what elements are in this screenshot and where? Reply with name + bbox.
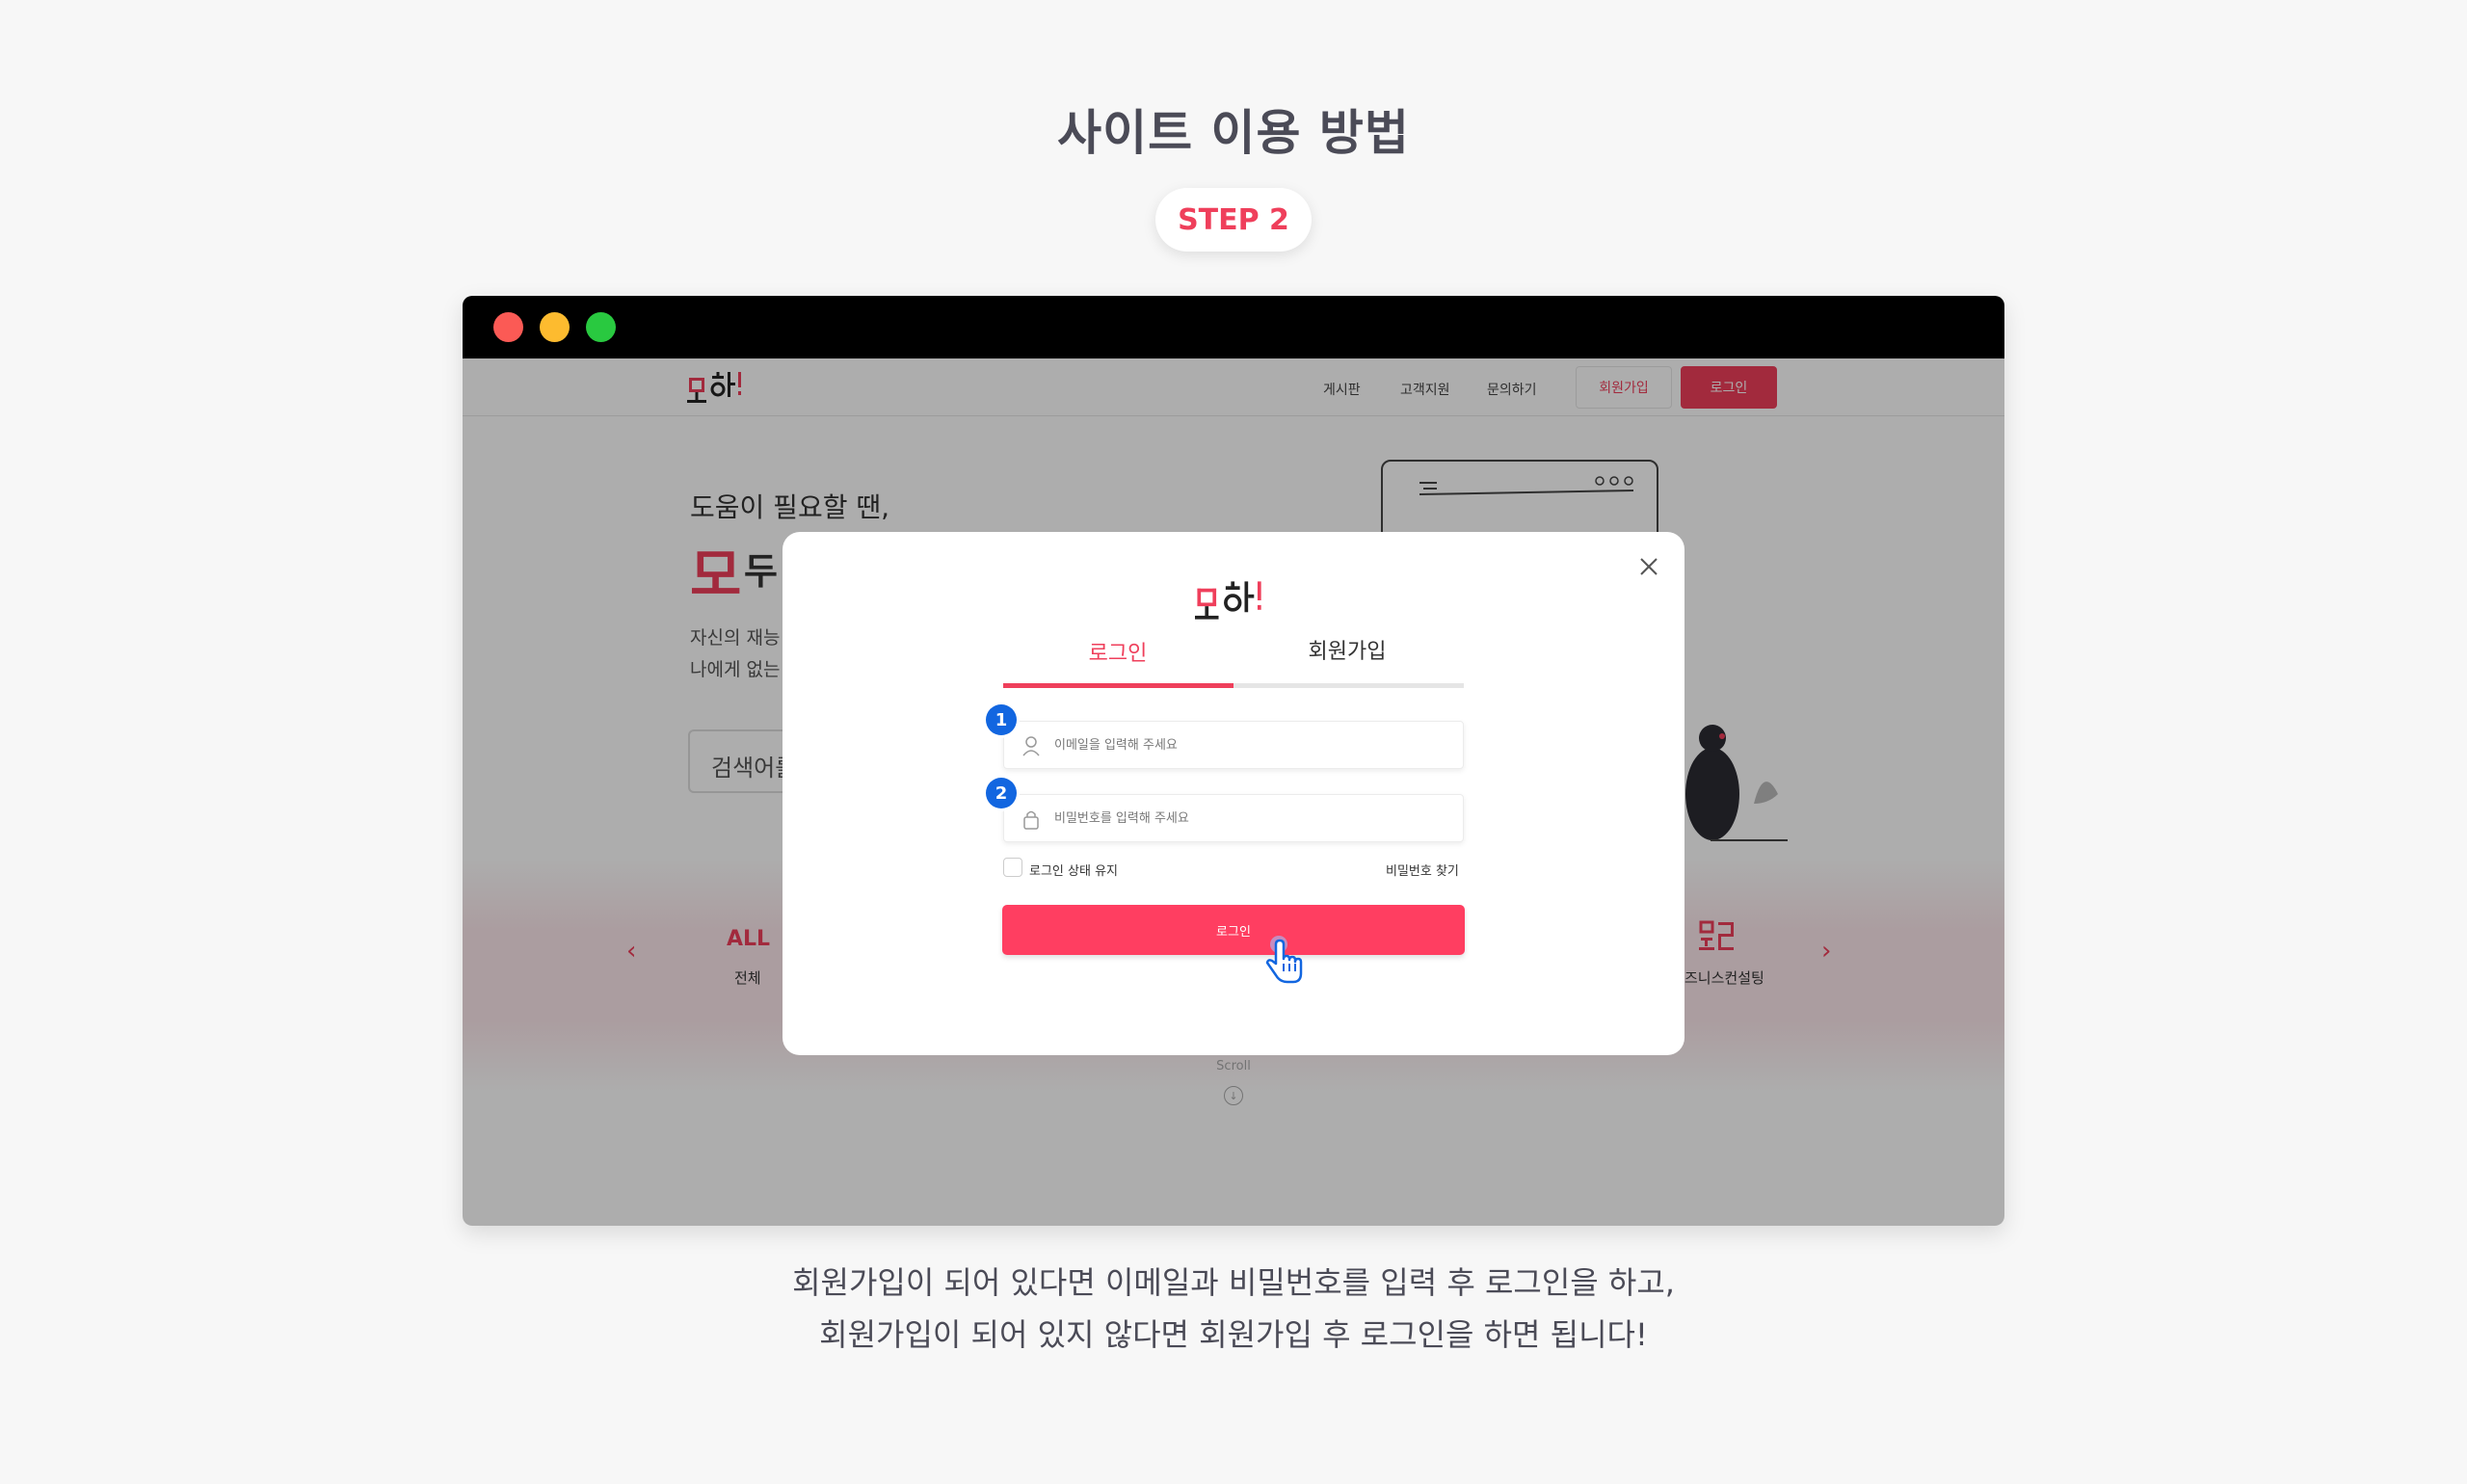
step-marker-1: 1 (986, 704, 1017, 735)
step-marker-2: 2 (986, 778, 1017, 808)
login-submit-button[interactable]: 로그인 (1002, 905, 1465, 955)
caption-line1: 회원가입이 되어 있다면 이메일과 비밀번호를 입력 후 로그인을 하고, (792, 1264, 1675, 1301)
page-title: 사이트 이용 방법 (1057, 105, 1410, 161)
password-field[interactable] (1003, 794, 1464, 842)
email-input[interactable] (1054, 722, 1449, 768)
caption-line2: 회원가입이 되어 있지 않다면 회원가입 후 로그인을 하면 됩니다! (819, 1316, 1648, 1353)
email-field[interactable] (1003, 721, 1464, 769)
password-input[interactable] (1054, 795, 1449, 841)
remember-label[interactable]: 로그인 상태 유지 (1029, 861, 1118, 879)
tab-signup[interactable]: 회원가입 (1233, 634, 1462, 665)
user-icon (1022, 736, 1040, 756)
login-modal: 로그인 회원가입 1 2 로그인 상태 유지 비밀번호 찾기 로그인 (783, 532, 1684, 1055)
window-minimize-button[interactable] (540, 312, 570, 342)
window-maximize-button[interactable] (586, 312, 616, 342)
tab-login[interactable]: 로그인 (1003, 636, 1233, 667)
browser-titlebar (463, 296, 2004, 358)
tab-active-indicator (1003, 683, 1234, 688)
hand-pointer-icon (1265, 936, 1303, 984)
close-icon[interactable] (1636, 554, 1661, 579)
find-password-link[interactable]: 비밀번호 찾기 (1386, 861, 1459, 879)
step-badge: STEP 2 (1155, 188, 1312, 252)
lock-icon (1023, 810, 1039, 830)
remember-checkbox[interactable] (1003, 858, 1022, 877)
modal-logo (1195, 581, 1261, 620)
window-close-button[interactable] (493, 312, 523, 342)
